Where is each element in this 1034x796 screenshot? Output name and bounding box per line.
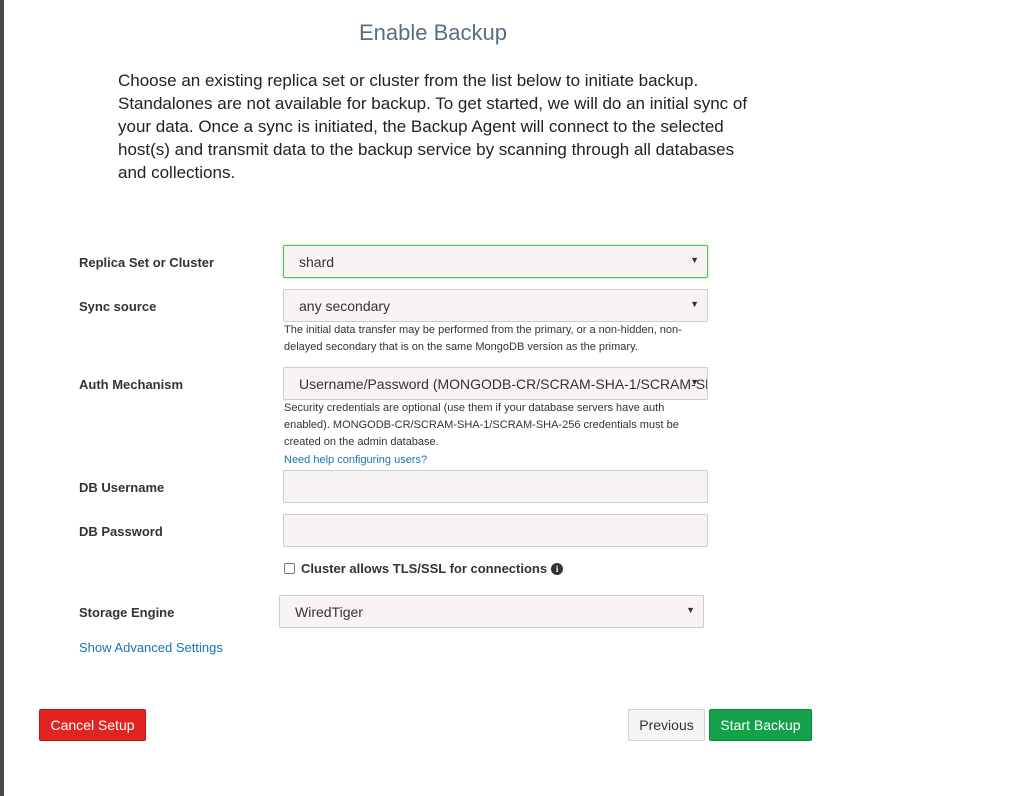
storage-engine-value: WiredTiger [295,603,363,620]
auth-mechanism-select[interactable]: Username/Password (MONGODB-CR/SCRAM-SHA-… [283,367,708,400]
start-backup-button[interactable]: Start Backup [709,709,812,741]
tls-checkbox[interactable] [284,563,295,574]
chevron-down-icon: ▼ [690,299,699,309]
sync-source-label: Sync source [79,299,157,314]
chevron-down-icon: ▼ [686,605,695,615]
sync-source-value: any secondary [299,297,391,314]
db-password-label: DB Password [79,524,163,539]
previous-button[interactable]: Previous [628,709,705,741]
chevron-down-icon: ▼ [690,255,699,265]
cancel-setup-button[interactable]: Cancel Setup [39,709,146,741]
configure-users-link[interactable]: Need help configuring users? [284,452,704,469]
replica-select-value: shard [299,253,335,270]
tls-checkbox-row: Cluster allows TLS/SSL for connections i [284,561,564,576]
tls-checkbox-label[interactable]: Cluster allows TLS/SSL for connections [301,561,547,576]
db-username-input[interactable] [283,470,708,503]
auth-mechanism-help: Security credentials are optional (use t… [284,402,679,448]
storage-engine-label: Storage Engine [79,605,175,620]
replica-select[interactable]: shard ▼ [283,245,708,278]
page-title: Enable Backup [359,20,507,45]
auth-mechanism-label: Auth Mechanism [79,377,184,392]
show-advanced-settings-link[interactable]: Show Advanced Settings [79,640,223,655]
intro-text: Choose an existing replica set or cluste… [118,71,748,182]
sync-source-select[interactable]: any secondary ▼ [283,289,708,322]
replica-label: Replica Set or Cluster [79,255,215,270]
left-edge-bar [0,0,4,796]
chevron-down-icon: ▼ [690,377,699,387]
storage-engine-select[interactable]: WiredTiger ▼ [279,595,704,628]
db-password-input[interactable] [283,514,708,547]
db-username-label: DB Username [79,480,165,495]
auth-mechanism-value: Username/Password (MONGODB-CR/SCRAM-SHA-… [299,375,707,392]
info-icon[interactable]: i [551,562,564,575]
sync-source-help: The initial data transfer may be perform… [284,324,682,353]
